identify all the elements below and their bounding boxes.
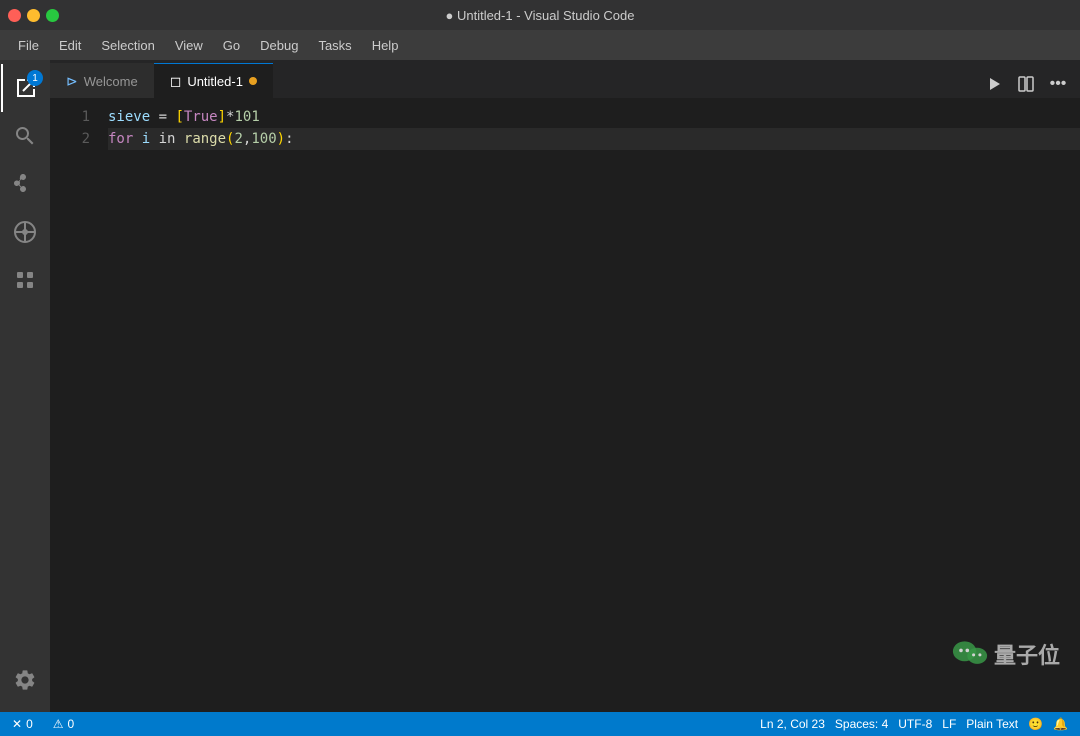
error-icon: ✕ xyxy=(12,717,22,731)
menu-debug[interactable]: Debug xyxy=(252,35,306,56)
status-smiley[interactable]: 🙂 xyxy=(1024,712,1047,736)
status-bar: ✕ 0 ⚠ 0 Ln 2, Col 23 Spaces: 4 UTF-8 LF … xyxy=(0,712,1080,736)
status-errors[interactable]: ✕ 0 xyxy=(8,712,37,736)
activity-search[interactable] xyxy=(1,112,49,160)
menu-selection[interactable]: Selection xyxy=(93,35,162,56)
activity-settings[interactable] xyxy=(1,656,49,704)
code-line-1: sieve = [True]*101 xyxy=(108,106,1080,128)
code-line-2: for i in range(2,100): xyxy=(108,128,1080,150)
activity-bar-bottom xyxy=(1,656,49,704)
untitled-tab-icon: ◻ xyxy=(170,73,182,90)
tab-bar: ⊳ Welcome ◻ Untitled-1 xyxy=(50,60,1080,98)
activity-explorer[interactable]: 1 xyxy=(1,64,49,112)
smiley-icon: 🙂 xyxy=(1028,717,1043,731)
menu-view[interactable]: View xyxy=(167,35,211,56)
editor-area: ⊳ Welcome ◻ Untitled-1 xyxy=(50,60,1080,712)
window-controls xyxy=(8,9,59,22)
activity-extensions[interactable] xyxy=(1,208,49,256)
line-numbers: 1 2 xyxy=(50,98,100,712)
title-bar: ● Untitled-1 - Visual Studio Code xyxy=(0,0,1080,30)
line-ending-label: LF xyxy=(942,717,956,731)
menu-help[interactable]: Help xyxy=(364,35,407,56)
encoding-label: UTF-8 xyxy=(898,717,932,731)
status-line-ending[interactable]: LF xyxy=(938,712,960,736)
code-content[interactable]: sieve = [True]*101 for i in range(2,100)… xyxy=(100,98,1080,712)
welcome-tab-icon: ⊳ xyxy=(66,73,78,90)
tab-welcome[interactable]: ⊳ Welcome xyxy=(50,63,154,98)
status-warnings[interactable]: ⚠ 0 xyxy=(49,712,78,736)
editor-container: 1 2 sieve = [True]*101 for i in range(2,… xyxy=(50,98,1080,712)
menu-bar: File Edit Selection View Go Debug Tasks … xyxy=(0,30,1080,60)
tab-actions: ••• xyxy=(980,70,1080,98)
warning-icon: ⚠ xyxy=(53,717,64,731)
wechat-watermark: 量子位 xyxy=(952,636,1060,672)
wechat-logo-icon xyxy=(952,636,988,672)
code-editor[interactable]: 1 2 sieve = [True]*101 for i in range(2,… xyxy=(50,98,1080,712)
maximize-button[interactable] xyxy=(46,9,59,22)
split-editor-button[interactable] xyxy=(1012,70,1040,98)
menu-file[interactable]: File xyxy=(10,35,47,56)
activity-bar: 1 xyxy=(0,60,50,712)
language-label: Plain Text xyxy=(966,717,1018,731)
warning-count: 0 xyxy=(68,717,75,731)
status-spaces[interactable]: Spaces: 4 xyxy=(831,712,892,736)
menu-go[interactable]: Go xyxy=(215,35,248,56)
activity-remote[interactable] xyxy=(1,256,49,304)
status-encoding[interactable]: UTF-8 xyxy=(894,712,936,736)
line-num-1: 1 xyxy=(50,106,90,128)
status-language[interactable]: Plain Text xyxy=(962,712,1022,736)
spaces-label: Spaces: 4 xyxy=(835,717,888,731)
welcome-tab-label: Welcome xyxy=(84,74,138,89)
untitled-tab-label: Untitled-1 xyxy=(187,74,243,89)
error-count: 0 xyxy=(26,717,33,731)
activity-source-control[interactable] xyxy=(1,160,49,208)
more-actions-button[interactable]: ••• xyxy=(1044,70,1072,98)
explorer-badge: 1 xyxy=(27,70,43,86)
tab-untitled[interactable]: ◻ Untitled-1 xyxy=(154,63,273,98)
window-title: ● Untitled-1 - Visual Studio Code xyxy=(446,8,635,23)
minimize-button[interactable] xyxy=(27,9,40,22)
status-position[interactable]: Ln 2, Col 23 xyxy=(756,712,829,736)
position-label: Ln 2, Col 23 xyxy=(760,717,825,731)
run-button[interactable] xyxy=(980,70,1008,98)
status-notifications[interactable]: 🔔 xyxy=(1049,712,1072,736)
status-right: Ln 2, Col 23 Spaces: 4 UTF-8 LF Plain Te… xyxy=(756,712,1080,736)
modified-indicator xyxy=(249,77,257,85)
line-num-2: 2 xyxy=(50,128,90,150)
menu-tasks[interactable]: Tasks xyxy=(310,35,359,56)
menu-edit[interactable]: Edit xyxy=(51,35,89,56)
status-left: ✕ 0 ⚠ 0 xyxy=(0,712,78,736)
close-button[interactable] xyxy=(8,9,21,22)
bell-icon: 🔔 xyxy=(1053,717,1068,731)
main-layout: 1 xyxy=(0,60,1080,712)
wechat-brand-text: 量子位 xyxy=(994,638,1060,670)
